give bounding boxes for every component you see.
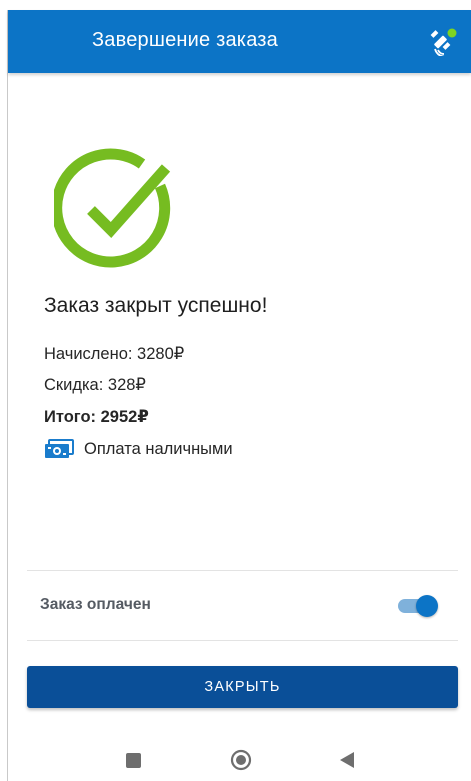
order-completion-screen: Завершение заказа Заказ закрыт успешно! … (8, 10, 471, 781)
order-paid-toggle[interactable] (396, 593, 440, 619)
discount-amount: Скидка: 328₽ (44, 376, 146, 394)
accrued-amount: Начислено: 3280₽ (44, 345, 185, 363)
divider (27, 570, 458, 571)
satellite-icon[interactable] (428, 28, 458, 58)
square-icon[interactable] (126, 753, 141, 768)
payment-method-label: Оплата наличными (84, 439, 233, 458)
system-navigation-bar (8, 740, 471, 781)
cash-icon (44, 438, 74, 460)
app-bar: Завершение заказа (8, 10, 471, 73)
divider (27, 640, 458, 641)
order-paid-label: Заказ оплачен (40, 596, 151, 613)
payment-method: Оплата наличными (44, 436, 233, 462)
success-message: Заказ закрыт успешно! (44, 294, 268, 317)
toggle-thumb (416, 595, 438, 617)
total-amount: Итого: 2952₽ (44, 408, 149, 426)
check-circle-icon (51, 148, 180, 274)
page-title: Завершение заказа (92, 29, 278, 51)
circle-icon[interactable] (230, 749, 252, 771)
close-button[interactable]: ЗАКРЫТЬ (27, 666, 458, 708)
triangle-back-icon[interactable] (338, 751, 355, 769)
